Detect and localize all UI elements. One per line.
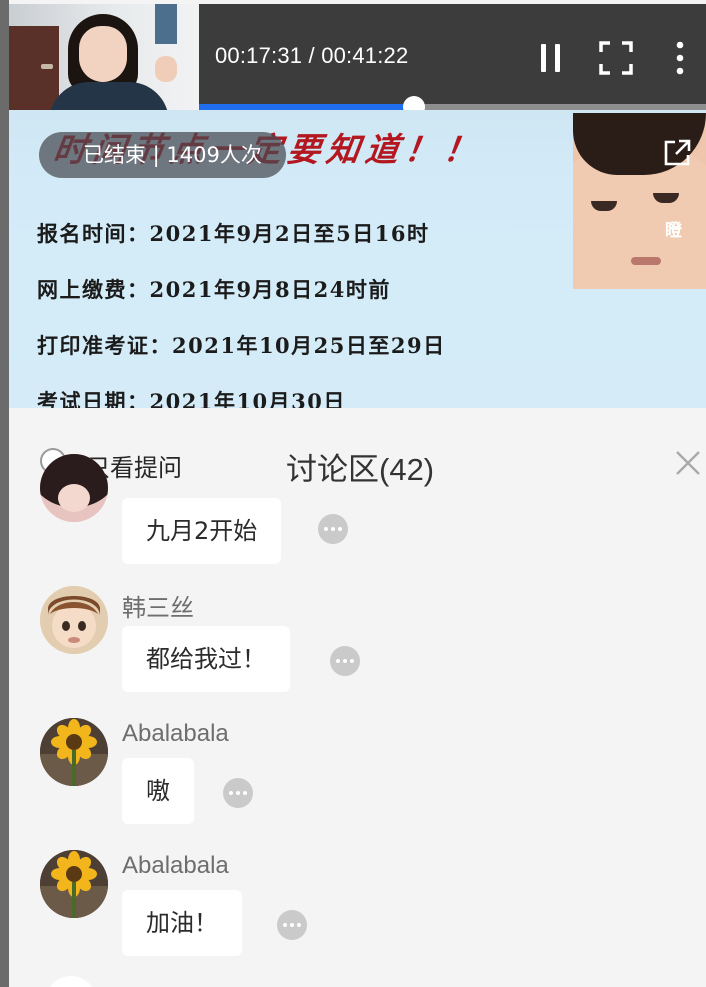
- message-bubble: 嗷: [122, 758, 194, 824]
- message-bubble: 九月2开始: [122, 498, 282, 564]
- avatar[interactable]: [40, 454, 108, 522]
- message-more-icon[interactable]: [318, 514, 348, 544]
- avatar[interactable]: [40, 850, 108, 918]
- external-link-icon[interactable]: [662, 138, 692, 168]
- total-time: 00:41:22: [321, 43, 409, 68]
- fullscreen-icon[interactable]: [598, 40, 634, 76]
- message-username: Abalabala: [122, 852, 229, 879]
- pause-icon[interactable]: [536, 42, 564, 74]
- discussion-title: 讨论区(42): [286, 452, 435, 487]
- sticker-caption: 瞪: [665, 221, 682, 241]
- live-class-screen: 00:17:31 / 00:41:22 时间节点一定要知道！！ 已结束 | 14…: [0, 0, 706, 987]
- discussion-panel: 只看提问 讨论区(42) 九月2开始 韩三丝 都给我过！ Abalabala 嗷…: [9, 408, 706, 987]
- close-icon[interactable]: [675, 450, 701, 476]
- avatar[interactable]: [45, 976, 97, 987]
- slide-line-admission-ticket: 打印准考证：2021年10月25日至29日: [37, 333, 446, 358]
- teacher-camera-thumbnail[interactable]: [9, 4, 199, 112]
- left-edge-strip: [0, 0, 9, 987]
- message-more-icon[interactable]: [277, 910, 307, 940]
- more-vertical-icon[interactable]: [672, 40, 688, 76]
- message-bubble: 加油！: [122, 890, 242, 956]
- message-more-icon[interactable]: [330, 646, 360, 676]
- avatar[interactable]: [40, 718, 108, 786]
- status-badge: 已结束 | 1409人次: [39, 132, 286, 178]
- avatar[interactable]: [40, 586, 108, 654]
- slide-line-registration: 报名时间：2021年9月2日至5日16时: [37, 221, 430, 246]
- slide-line-payment: 网上缴费：2021年9月8日24时前: [37, 277, 391, 302]
- slide-line-exam-date: 考试日期：2021年10月30日: [37, 389, 346, 408]
- message-bubble: 都给我过！: [122, 626, 290, 692]
- time-separator: /: [302, 43, 322, 68]
- current-time: 00:17:31: [215, 43, 303, 68]
- door: [9, 26, 59, 112]
- message-username: Abalabala: [122, 720, 229, 747]
- playback-time: 00:17:31 / 00:41:22: [215, 43, 408, 69]
- message-username: 韩三丝: [122, 595, 194, 622]
- message-more-icon[interactable]: [223, 778, 253, 808]
